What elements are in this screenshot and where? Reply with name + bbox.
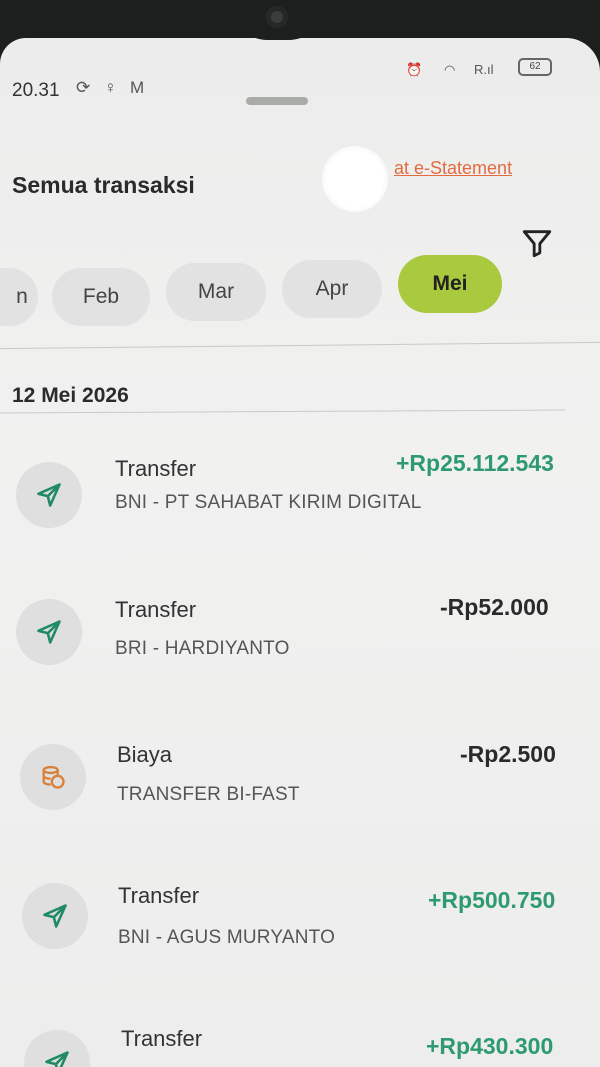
send-icon [45, 1051, 69, 1067]
estatement-link[interactable]: at e-Statement [394, 158, 512, 179]
transaction-title: Transfer [115, 597, 197, 622]
notification-icon: ♀ [104, 78, 117, 97]
fee-icon-bg [20, 744, 86, 810]
transaction-subtitle: BNI - PT SAHABAT KIRIM DIGITAL [115, 492, 422, 513]
date-header: 12 Mei 2026 [12, 384, 129, 407]
transaction-row[interactable]: Transfer BRI - HARDIYANTO -Rp52.000 [0, 585, 600, 725]
send-icon [43, 904, 67, 928]
month-chip-mei[interactable]: Mei [398, 255, 502, 313]
status-time: 20.31 [12, 80, 60, 101]
transaction-amount: -Rp52.000 [440, 594, 549, 620]
transaction-subtitle: BNI - AGUS MURYANTO [118, 927, 336, 948]
page-title: Semua transaksi [12, 172, 195, 198]
transaction-subtitle: BRI - HARDIYANTO [115, 638, 290, 659]
signal-icon: R.ıl [474, 62, 494, 77]
transaction-title: Transfer [115, 456, 197, 481]
transaction-amount: -Rp2.500 [460, 741, 556, 767]
transfer-icon-bg [22, 883, 88, 949]
filter-icon[interactable] [520, 226, 554, 260]
transfer-icon-bg [16, 599, 82, 665]
mail-icon: M [130, 78, 145, 97]
wifi-icon: ◠ [444, 62, 456, 77]
alarm-icon: ⏰ [406, 62, 423, 77]
battery-icon: 62 [518, 58, 552, 76]
month-chip-feb[interactable]: Feb [52, 268, 150, 326]
transaction-row[interactable]: Transfer BNI - PT SAHABAT KIRIM DIGITAL … [0, 440, 600, 580]
light-glare [322, 146, 388, 212]
drag-handle[interactable] [246, 97, 308, 105]
month-chip-apr[interactable]: Apr [282, 260, 382, 318]
transaction-amount: +Rp430.300 [426, 1033, 554, 1059]
transaction-row[interactable]: Biaya TRANSFER BI-FAST -Rp2.500 [0, 730, 600, 870]
transfer-icon-bg [24, 1030, 90, 1067]
camera-icon [266, 6, 288, 28]
month-chip-mar[interactable]: Mar [166, 263, 266, 321]
transaction-amount: +Rp25.112.543 [396, 450, 554, 476]
sync-icon: ⟳ [76, 78, 91, 97]
transaction-title: Transfer [118, 883, 200, 908]
transaction-row[interactable]: Transfer BNI - AGUS MURYANTO +Rp500.750 [0, 875, 600, 1015]
transaction-amount: +Rp500.750 [428, 887, 556, 913]
fee-coins-icon [42, 765, 65, 789]
send-icon [37, 620, 61, 644]
transaction-subtitle: TRANSFER BI-FAST [117, 784, 300, 805]
transaction-row[interactable]: Transfer +Rp430.300 [0, 1018, 600, 1067]
transfer-icon-bg [16, 462, 82, 528]
send-icon [37, 483, 61, 507]
transaction-title: Biaya [117, 742, 173, 767]
transaction-title: Transfer [121, 1026, 203, 1051]
